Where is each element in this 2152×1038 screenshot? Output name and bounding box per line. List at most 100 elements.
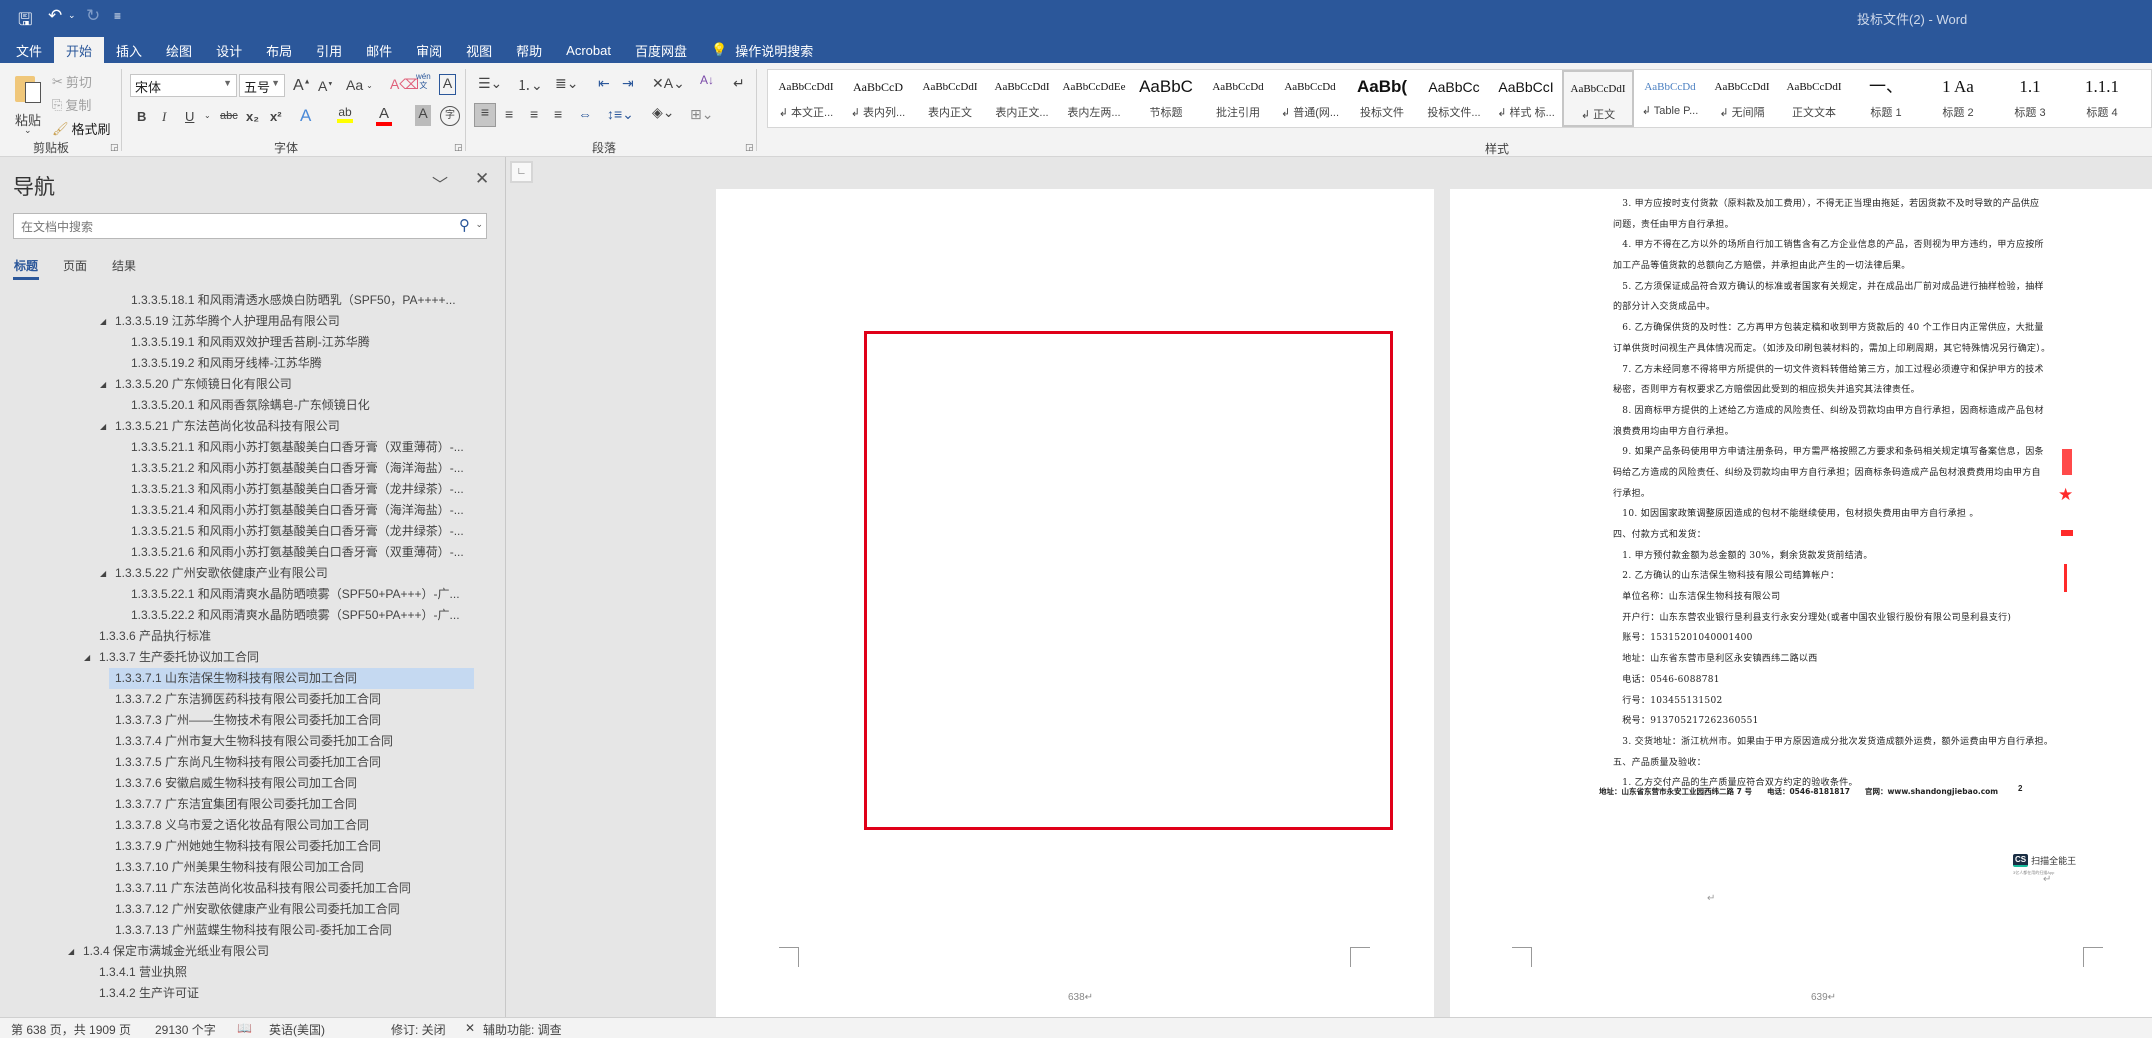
justify-icon[interactable]: ≡ bbox=[554, 106, 562, 122]
change-case-button[interactable]: Aa ⌄ bbox=[346, 77, 373, 93]
tab-11[interactable]: Acrobat bbox=[554, 37, 623, 63]
align-right-icon[interactable]: ≡ bbox=[530, 106, 538, 122]
align-center-icon[interactable]: ≡ bbox=[505, 106, 513, 122]
text-effects-icon[interactable]: A bbox=[300, 106, 311, 126]
chevron-down-icon[interactable]: ﹀ bbox=[432, 171, 448, 195]
track-changes-status[interactable]: 修订: 关闭 bbox=[391, 1021, 446, 1038]
tab-4[interactable]: 设计 bbox=[204, 37, 254, 63]
customize-qat-icon[interactable]: ≡ bbox=[114, 9, 121, 23]
tab-1[interactable]: 开始 bbox=[54, 37, 105, 63]
italic-button[interactable]: I bbox=[162, 109, 166, 125]
chinese-layout-icon[interactable]: ✕A⌄ bbox=[652, 75, 685, 92]
superscript-button[interactable]: x² bbox=[270, 109, 282, 124]
undo-icon[interactable]: ↶ bbox=[48, 6, 62, 26]
nav-heading-item[interactable]: 1.3.3.5.21.1 和风雨小苏打氨基酸美白口香牙膏（双重薄荷）-... bbox=[131, 437, 464, 458]
nav-heading-item[interactable]: 1.3.3.5.21.3 和风雨小苏打氨基酸美白口香牙膏（龙井绿茶）-... bbox=[131, 479, 464, 500]
show-marks-icon[interactable]: ↵ bbox=[733, 75, 745, 92]
style-item[interactable]: AaBbCcD ↲ 表内列... bbox=[842, 70, 914, 127]
underline-dropdown-icon[interactable]: ⌄ bbox=[204, 111, 211, 120]
nav-heading-item[interactable]: 1.3.3.6 产品执行标准 bbox=[99, 626, 211, 647]
nav-heading-item[interactable]: 1.3.3.7 生产委托协议加工合同 bbox=[99, 647, 259, 668]
borders-icon[interactable]: ⊞⌄ bbox=[690, 106, 713, 123]
tab-stop-selector[interactable]: ∟ bbox=[510, 161, 533, 183]
nav-heading-item[interactable]: 1.3.3.7.2 广东洁狮医药科技有限公司委托加工合同 bbox=[115, 689, 381, 710]
nav-heading-item[interactable]: 1.3.3.7.6 安徽启威生物科技有限公司加工合同 bbox=[115, 773, 357, 794]
tab-0[interactable]: 文件 bbox=[4, 37, 54, 63]
nav-heading-item[interactable]: 1.3.3.5.20.1 和风雨香氛除螨皂-广东倾镜日化 bbox=[131, 395, 370, 416]
word-count[interactable]: 29130 个字 bbox=[155, 1021, 216, 1038]
distributed-icon[interactable]: ⇔ bbox=[578, 106, 592, 122]
nav-heading-item[interactable]: 1.3.3.5.19.2 和风雨牙线棒-江苏华腾 bbox=[131, 353, 322, 374]
nav-heading-item[interactable]: 1.3.3.5.19 江苏华腾个人护理用品有限公司 bbox=[115, 311, 340, 332]
style-item[interactable]: 一、 标题 1 bbox=[1850, 70, 1922, 127]
nav-heading-item[interactable]: 1.3.3.5.22.2 和风雨清爽水晶防晒喷雾（SPF50+PA+++）-广.… bbox=[131, 605, 460, 626]
style-item[interactable]: AaBbC 节标题 bbox=[1130, 70, 1202, 127]
tab-3[interactable]: 绘图 bbox=[154, 37, 204, 63]
style-item[interactable]: AaBbCcDd ↲ 普通(网... bbox=[1274, 70, 1346, 127]
tab-7[interactable]: 邮件 bbox=[354, 37, 404, 63]
cut-button[interactable]: ✂ 剪切 bbox=[52, 72, 92, 91]
nav-heading-item[interactable]: 1.3.3.5.22.1 和风雨清爽水晶防晒喷雾（SPF50+PA+++）-广.… bbox=[131, 584, 460, 605]
nav-heading-item[interactable]: 1.3.3.5.21.5 和风雨小苏打氨基酸美白口香牙膏（龙井绿茶）-... bbox=[131, 521, 464, 542]
nav-heading-item[interactable]: 1.3.3.5.21 广东法芭尚化妆品科技有限公司 bbox=[115, 416, 340, 437]
collapse-triangle-icon[interactable]: ◢ bbox=[68, 941, 74, 962]
nav-heading-item[interactable]: 1.3.3.5.22 广州安歌依健康产业有限公司 bbox=[115, 563, 328, 584]
style-item[interactable]: AaBbCcDdI ↲ 本文正... bbox=[770, 70, 842, 127]
line-spacing-icon[interactable]: ↕≡⌄ bbox=[607, 106, 634, 123]
tab-pages[interactable]: 页面 bbox=[63, 257, 87, 274]
tab-8[interactable]: 审阅 bbox=[404, 37, 454, 63]
font-launcher-icon[interactable]: ◲ bbox=[454, 142, 463, 153]
tab-9[interactable]: 视图 bbox=[454, 37, 504, 63]
accessibility-icon[interactable]: ✕ bbox=[465, 1021, 475, 1035]
nav-heading-item[interactable]: 1.3.3.7.5 广东尚凡生物科技有限公司委托加工合同 bbox=[115, 752, 381, 773]
highlight-icon[interactable]: ab bbox=[337, 105, 353, 123]
paste-dropdown-icon[interactable]: ⌄ bbox=[24, 125, 32, 136]
style-item[interactable]: 1 Aa 标题 2 bbox=[1922, 70, 1994, 127]
page-count[interactable]: 第 638 页，共 1909 页 bbox=[11, 1021, 131, 1038]
style-item[interactable]: 1.1.1 标题 4 bbox=[2066, 70, 2138, 127]
strikethrough-button[interactable]: abc bbox=[220, 110, 238, 122]
search-input[interactable]: 在文档中搜索 ⚲ ⌄ bbox=[13, 213, 487, 239]
bullets-icon[interactable]: ☰⌄ bbox=[478, 75, 502, 92]
redo-icon[interactable]: ↻ bbox=[86, 6, 100, 26]
shading-icon[interactable]: ◈⌄ bbox=[652, 104, 675, 121]
style-item[interactable]: AaBbCcDdI ↲ 无间隔 bbox=[1706, 70, 1778, 127]
collapse-triangle-icon[interactable]: ◢ bbox=[100, 311, 106, 332]
paste-button[interactable] bbox=[15, 72, 43, 105]
align-left-icon[interactable]: ≡ bbox=[474, 103, 496, 127]
language[interactable]: 英语(美国) bbox=[269, 1021, 325, 1038]
font-color-icon[interactable]: A bbox=[376, 105, 392, 126]
style-item[interactable]: AaBb(投标文件 bbox=[1346, 70, 1418, 127]
style-item[interactable]: AaBbCcDd ↲ Table P... bbox=[1634, 70, 1706, 127]
nav-heading-item[interactable]: 1.3.3.7.1 山东洁保生物科技有限公司加工合同 bbox=[109, 668, 474, 689]
style-item[interactable]: AaBbCcDdI 表内正文 bbox=[914, 70, 986, 127]
collapse-triangle-icon[interactable]: ◢ bbox=[100, 374, 106, 395]
font-name-select[interactable]: 宋体 ▼ bbox=[130, 74, 237, 97]
style-item[interactable]: AaBbCcDdEe 表内左两... bbox=[1058, 70, 1130, 127]
shrink-font-icon[interactable]: A▼ bbox=[318, 78, 333, 94]
style-item[interactable]: AaBbCcI ↲ 样式 标... bbox=[1490, 70, 1562, 127]
phonetic-guide-button[interactable]: wén 文 bbox=[416, 72, 431, 90]
tab-2[interactable]: 插入 bbox=[104, 37, 154, 63]
nav-heading-item[interactable]: 1.3.3.5.18.1 和风雨清透水感焕白防晒乳（SPF50，PA++++..… bbox=[131, 290, 456, 311]
font-size-select[interactable]: 五号 ▼ bbox=[239, 74, 285, 97]
tab-10[interactable]: 帮助 bbox=[504, 37, 554, 63]
collapse-triangle-icon[interactable]: ◢ bbox=[100, 416, 106, 437]
clipboard-launcher-icon[interactable]: ◲ bbox=[110, 142, 119, 153]
style-item[interactable]: AaBbCcDdI 正文文本 bbox=[1778, 70, 1850, 127]
format-painter-button[interactable]: 🖌 格式刷 bbox=[52, 119, 111, 138]
tab-results[interactable]: 结果 bbox=[112, 257, 136, 274]
decrease-indent-icon[interactable]: ⇤ bbox=[598, 75, 610, 92]
underline-button[interactable]: U bbox=[185, 109, 194, 124]
accessibility-status[interactable]: 辅助功能: 调查 bbox=[483, 1021, 562, 1038]
tab-12[interactable]: 百度网盘 bbox=[623, 37, 699, 63]
nav-heading-item[interactable]: 1.3.3.7.4 广州市复大生物科技有限公司委托加工合同 bbox=[115, 731, 393, 752]
nav-heading-item[interactable]: 1.3.4 保定市满城金光纸业有限公司 bbox=[83, 941, 269, 962]
search-icon[interactable]: ⚲ bbox=[459, 216, 470, 234]
proofing-book-icon[interactable]: 📖 bbox=[237, 1021, 252, 1035]
paragraph-launcher-icon[interactable]: ◲ bbox=[745, 142, 754, 153]
tab-5[interactable]: 布局 bbox=[254, 37, 304, 63]
grow-font-icon[interactable]: A▲ bbox=[293, 77, 311, 95]
subscript-button[interactable]: x₂ bbox=[246, 109, 259, 124]
tab-headings[interactable]: 标题 bbox=[14, 257, 38, 274]
